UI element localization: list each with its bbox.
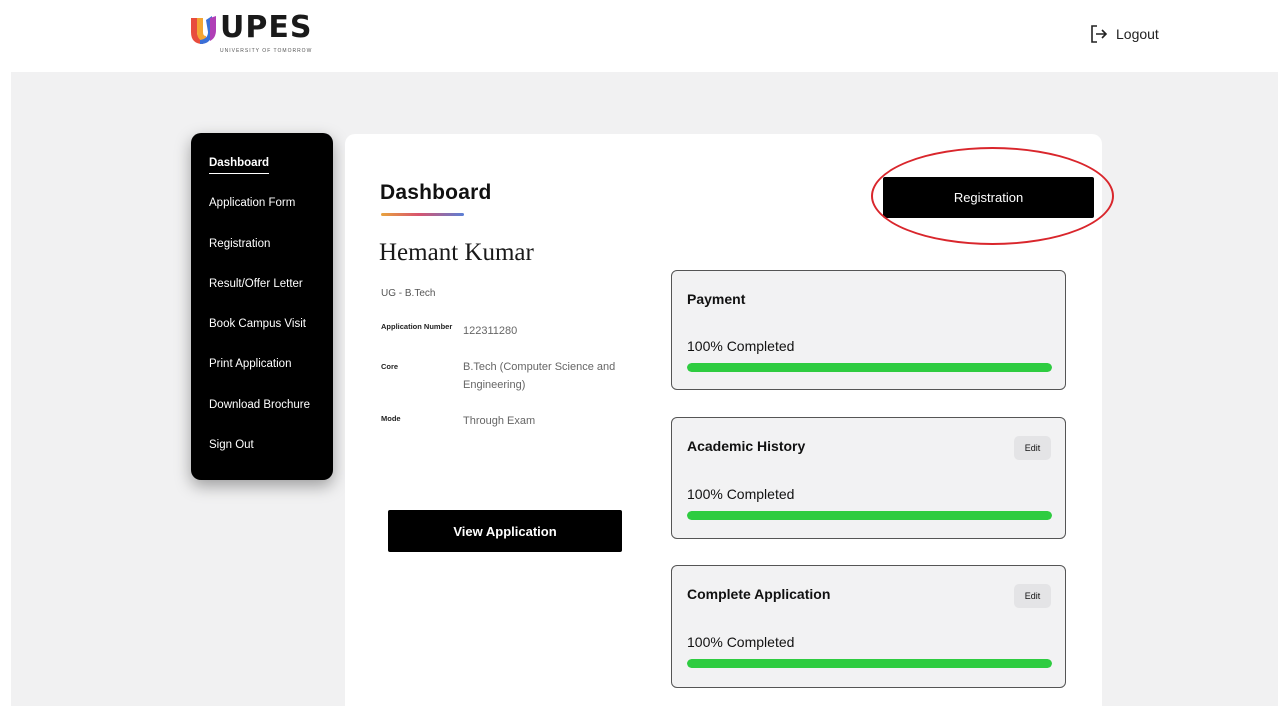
sidebar-item-label: Sign Out [209, 439, 254, 452]
sidebar-item-label: Registration [209, 237, 271, 250]
logo-tagline: UNIVERSITY OF TOMORROW [220, 48, 313, 54]
status-card-progress-text: 100% Completed [687, 634, 795, 650]
logout-button[interactable]: Logout [1090, 22, 1159, 46]
highlight-annotation-circle [871, 147, 1114, 245]
mode-label: Mode [381, 414, 401, 423]
sidebar-item-label: Download Brochure [209, 398, 311, 411]
sidebar-item-label: Application Form [209, 197, 296, 210]
mode-value: Through Exam [463, 415, 536, 427]
sidebar-item-result-offer-letter[interactable]: Result/Offer Letter [191, 278, 333, 318]
student-program: UG - B.Tech [381, 288, 436, 299]
view-application-button[interactable]: View Application [388, 510, 622, 552]
application-number-value: 122311280 [463, 325, 518, 337]
title-underline [381, 213, 464, 216]
application-number-label: Application Number [381, 322, 453, 331]
logo-mark-icon [191, 16, 216, 44]
sidebar-item-print-application[interactable]: Print Application [191, 358, 333, 398]
sidebar-item-registration[interactable]: Registration [191, 238, 333, 278]
core-label: Core [381, 362, 399, 371]
sidebar-item-label: Print Application [209, 358, 292, 371]
edit-complete-application-button[interactable]: Edit [1014, 584, 1051, 608]
sidebar-nav: Dashboard Application Form Registration … [191, 133, 333, 480]
logout-label: Logout [1116, 26, 1159, 42]
progress-bar-fill [687, 511, 1052, 520]
progress-bar [687, 511, 1052, 520]
status-card-title: Complete Application [687, 586, 831, 602]
complete-application-status-card: Complete Application Edit 100% Completed [671, 565, 1066, 688]
progress-bar [687, 659, 1052, 668]
sidebar-item-download-brochure[interactable]: Download Brochure [191, 399, 333, 439]
progress-bar [687, 363, 1052, 372]
sidebar-item-application-form[interactable]: Application Form [191, 197, 333, 237]
logout-icon [1091, 25, 1108, 43]
page-title: Dashboard [380, 181, 492, 204]
academic-history-status-card: Academic History Edit 100% Completed [671, 417, 1066, 539]
status-card-progress-text: 100% Completed [687, 338, 795, 354]
edit-academic-history-button[interactable]: Edit [1014, 436, 1051, 460]
student-name: Hemant Kumar [379, 239, 534, 266]
sidebar-item-book-campus-visit[interactable]: Book Campus Visit [191, 318, 333, 358]
progress-bar-fill [687, 659, 1052, 668]
status-card-progress-text: 100% Completed [687, 486, 795, 502]
sidebar-item-label: Result/Offer Letter [209, 277, 303, 290]
sidebar-item-dashboard[interactable]: Dashboard [191, 157, 333, 197]
top-bar: UPES UNIVERSITY OF TOMORROW Logout [0, 0, 1278, 72]
logo-wordmark: UPES [220, 10, 313, 45]
status-card-title: Academic History [687, 438, 806, 454]
sidebar-item-label: Book Campus Visit [209, 318, 306, 331]
progress-bar-fill [687, 363, 1052, 372]
status-card-title: Payment [687, 291, 746, 307]
core-value: B.Tech (Computer Science and Engineering… [463, 361, 616, 391]
upes-logo[interactable]: UPES UNIVERSITY OF TOMORROW [188, 10, 311, 62]
sidebar-item-label: Dashboard [209, 157, 270, 174]
sidebar-item-sign-out[interactable]: Sign Out [191, 439, 333, 479]
payment-status-card: Payment 100% Completed [671, 270, 1066, 390]
